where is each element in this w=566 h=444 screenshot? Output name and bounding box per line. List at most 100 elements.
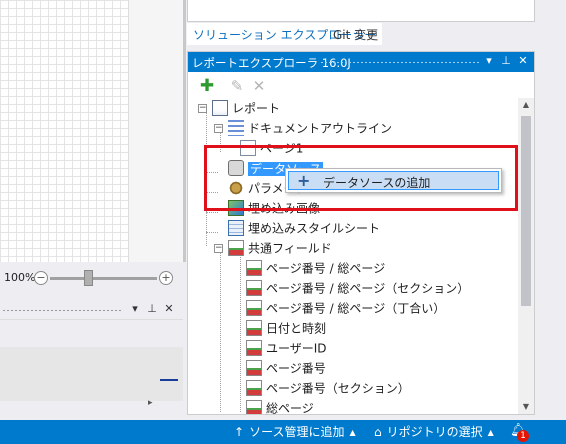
menu-item-add-datasource[interactable]: + データソースの追加 bbox=[288, 171, 499, 190]
scroll-up-icon[interactable]: ▲ bbox=[518, 98, 534, 112]
tree-node-label: ページ番号 / 総ページ bbox=[266, 261, 386, 276]
tab-git-changes[interactable]: Git 変更 bbox=[327, 23, 384, 45]
tree-node-document-outline[interactable]: ドキュメントアウトライン bbox=[228, 118, 392, 138]
status-label: ソース管理に追加 bbox=[249, 425, 345, 439]
field-icon bbox=[246, 319, 262, 336]
tree-node-embedded-stylesheets[interactable]: 埋め込みスタイルシート bbox=[228, 218, 380, 238]
solution-explorer-content bbox=[187, 0, 535, 22]
close-icon[interactable]: ✕ bbox=[516, 54, 530, 67]
tree-node-label: ページ番号（セクション） bbox=[266, 381, 410, 396]
menu-item-label: データソースの追加 bbox=[323, 176, 431, 190]
dropdown-icon[interactable]: ▾ bbox=[128, 302, 142, 315]
status-label: リポジトリの選択 bbox=[386, 425, 483, 439]
tree-line bbox=[206, 232, 218, 233]
close-icon[interactable]: ✕ bbox=[162, 302, 176, 315]
scrollbar-thumb[interactable] bbox=[521, 116, 531, 306]
designer-side-strip bbox=[128, 0, 183, 262]
image-icon bbox=[228, 199, 244, 216]
tree-node-label: 埋め込みスタイルシート bbox=[248, 221, 381, 236]
field-icon bbox=[246, 399, 262, 414]
zoom-slider-thumb[interactable] bbox=[84, 270, 93, 286]
tree-scrollbar[interactable]: ▲ ▼ bbox=[518, 98, 534, 414]
tree-node-report[interactable]: レポート bbox=[212, 98, 280, 118]
dropdown-icon[interactable]: ▾ bbox=[482, 54, 496, 67]
tree-node-embedded-images[interactable]: 埋め込み画像 bbox=[228, 198, 320, 218]
tree-line bbox=[220, 132, 221, 152]
tree-line bbox=[240, 252, 241, 412]
tree-node-field[interactable]: 日付と時刻 bbox=[246, 318, 326, 338]
drag-grip[interactable] bbox=[2, 309, 122, 312]
field-icon bbox=[246, 339, 262, 356]
delete-icon[interactable]: ✕ bbox=[250, 77, 268, 95]
pin-icon[interactable]: ⊥ bbox=[499, 54, 513, 67]
field-icon bbox=[246, 379, 262, 396]
field-icon bbox=[246, 259, 262, 276]
report-explorer-titlebar: レポートエクスプローラ 16.0J ▾ ⊥ ✕ bbox=[188, 52, 534, 72]
zoom-level-label: 100% bbox=[4, 271, 36, 284]
zoom-bar: 100% − + bbox=[0, 262, 183, 296]
plus-icon: + bbox=[297, 171, 311, 190]
database-icon bbox=[228, 159, 244, 176]
select-repository-button[interactable]: ⌂ リポジトリの選択 ▲ bbox=[374, 423, 494, 440]
titlebar-drag-grip[interactable] bbox=[320, 61, 480, 64]
zoom-out-button[interactable]: − bbox=[34, 271, 48, 285]
lower-panel-content bbox=[0, 347, 183, 401]
report-tree: − レポート − ドキュメントアウトライン ページ1 データソース パラメーター… bbox=[188, 98, 518, 414]
tree-line bbox=[206, 172, 218, 173]
zoom-in-button[interactable]: + bbox=[159, 271, 173, 285]
field-icon bbox=[246, 279, 262, 296]
arrow-up-icon: ↑ bbox=[234, 425, 245, 439]
tree-node-field[interactable]: ページ番号（セクション） bbox=[246, 378, 410, 398]
tree-node-field[interactable]: ユーザーID bbox=[246, 338, 327, 358]
report-explorer-toolbar: ✚ ✎ ✕ bbox=[188, 74, 534, 98]
field-icon bbox=[246, 359, 262, 376]
tree-node-label: 日付と時刻 bbox=[266, 321, 327, 336]
tree-node-field[interactable]: ページ番号 / 総ページ（丁合い） bbox=[246, 298, 445, 318]
tree-node-field[interactable]: ページ番号 bbox=[246, 358, 326, 378]
tree-node-label: レポート bbox=[232, 101, 281, 116]
tree-node-page[interactable]: ページ1 bbox=[240, 138, 303, 158]
outline-icon bbox=[228, 119, 244, 136]
tree-line bbox=[206, 112, 207, 246]
add-icon[interactable]: ✚ bbox=[198, 77, 216, 95]
tree-node-field[interactable]: ページ番号 / 総ページ bbox=[246, 258, 385, 278]
stylesheet-icon bbox=[228, 219, 244, 236]
tree-line bbox=[206, 192, 218, 193]
add-to-source-control-button[interactable]: ↑ ソース管理に追加 ▲ bbox=[234, 423, 356, 440]
lower-panel-header: ▾ ⊥ ✕ bbox=[0, 300, 183, 320]
tree-node-label: ユーザーID bbox=[266, 341, 327, 356]
caret-up-icon: ▲ bbox=[349, 428, 356, 437]
tree-line bbox=[206, 212, 218, 213]
designer-scrollbar[interactable] bbox=[183, 0, 186, 262]
tree-node-label: ページ番号 bbox=[266, 361, 326, 376]
collapse-icon[interactable]: − bbox=[214, 244, 223, 253]
tree-line bbox=[220, 252, 221, 412]
tree-node-label: 埋め込み画像 bbox=[248, 201, 321, 216]
pin-icon[interactable]: ⊥ bbox=[145, 302, 159, 315]
tree-node-label: 総ページ bbox=[266, 401, 314, 415]
repository-icon: ⌂ bbox=[374, 425, 382, 439]
report-icon bbox=[212, 99, 228, 116]
tree-node-label: ページ番号 / 総ページ（丁合い） bbox=[266, 301, 446, 316]
common-fields-icon bbox=[228, 239, 244, 256]
lower-tool-panel: ▾ ⊥ ✕ ▸ bbox=[0, 300, 183, 416]
lower-panel-indicator bbox=[160, 379, 178, 381]
zoom-slider-track[interactable] bbox=[50, 277, 157, 280]
scroll-right-icon[interactable]: ▸ bbox=[148, 398, 153, 408]
tree-node-label: ドキュメントアウトライン bbox=[248, 121, 393, 136]
collapse-icon[interactable]: − bbox=[198, 104, 207, 113]
tree-node-field[interactable]: 総ページ bbox=[246, 398, 314, 414]
parameter-icon bbox=[228, 179, 244, 196]
status-bar: ↑ソース管理に追加▲ ⌂リポジトリの選択▲ 🔔︎ 1 bbox=[0, 420, 566, 444]
collapse-icon[interactable]: − bbox=[214, 124, 223, 133]
report-explorer-panel: レポートエクスプローラ 16.0J ▾ ⊥ ✕ ✚ ✎ ✕ − レポート − ド… bbox=[187, 51, 535, 415]
notification-badge: 1 bbox=[517, 430, 529, 442]
page-icon bbox=[240, 139, 256, 156]
tree-node-common-fields[interactable]: 共通フィールド bbox=[228, 238, 332, 258]
tree-node-field[interactable]: ページ番号 / 総ページ（セクション） bbox=[246, 278, 469, 298]
pencil-icon[interactable]: ✎ bbox=[228, 77, 246, 95]
caret-up-icon: ▲ bbox=[487, 428, 494, 437]
tree-node-label: ページ番号 / 総ページ（セクション） bbox=[266, 281, 470, 296]
scroll-down-icon[interactable]: ▼ bbox=[518, 400, 534, 414]
context-menu: + データソースの追加 bbox=[285, 168, 502, 193]
